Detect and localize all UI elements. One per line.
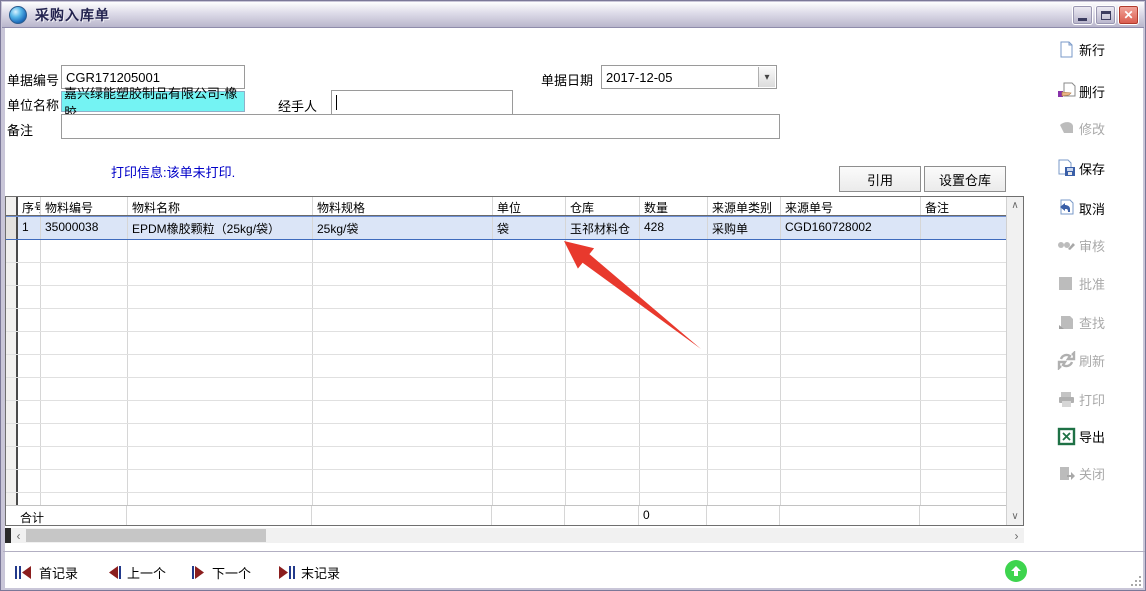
audit-button: 审核 xyxy=(1057,233,1143,257)
table-row[interactable]: 1 35000038 EPDM橡胶颗粒（25kg/袋） 25kg/袋 袋 玉祁材… xyxy=(6,216,1007,240)
refresh-icon xyxy=(1057,351,1076,370)
print-info-text: 打印信息:该单未打印. xyxy=(111,162,235,181)
empty-row xyxy=(6,447,1007,470)
empty-row xyxy=(6,240,1007,263)
new-row-icon xyxy=(1057,40,1076,59)
remark-label: 备注 xyxy=(7,120,33,139)
scroll-right-icon[interactable]: › xyxy=(1009,528,1024,543)
col-material-spec: 物料规格 xyxy=(313,197,493,215)
scroll-down-icon[interactable]: ∨ xyxy=(1007,508,1023,525)
total-label: 合计 xyxy=(6,506,127,526)
minimize-icon xyxy=(1078,18,1087,21)
modify-icon xyxy=(1057,119,1076,138)
globe-app-icon xyxy=(9,6,27,24)
maximize-icon xyxy=(1101,11,1111,20)
previous-record-button[interactable]: 上一个 xyxy=(107,563,166,582)
empty-row xyxy=(6,401,1007,424)
first-record-icon xyxy=(15,566,33,579)
find-button: 查找 xyxy=(1057,310,1143,334)
col-seq: 序号 xyxy=(18,197,41,215)
items-table: 序号 物料编号 物料名称 物料规格 单位 仓库 数量 来源单类别 来源单号 备注… xyxy=(5,196,1024,526)
close-form-button: 关闭 xyxy=(1057,461,1143,485)
col-material-name: 物料名称 xyxy=(128,197,313,215)
footer-divider xyxy=(3,551,1145,552)
first-record-button[interactable]: 首记录 xyxy=(15,563,78,582)
col-quantity: 数量 xyxy=(640,197,708,215)
row-selector[interactable] xyxy=(6,217,18,239)
table-total-row: 合计 0 xyxy=(6,505,1007,526)
export-excel-icon xyxy=(1057,427,1076,446)
horizontal-scrollbar[interactable]: ‹ › xyxy=(5,528,1024,543)
white-arrow-icon xyxy=(1010,565,1022,577)
status-green-button[interactable] xyxy=(1005,560,1027,582)
scroll-left-icon[interactable]: ‹ xyxy=(11,528,26,543)
scroll-up-icon[interactable]: ∧ xyxy=(1007,197,1023,214)
col-unit: 单位 xyxy=(493,197,566,215)
next-record-button[interactable]: 下一个 xyxy=(192,563,251,582)
last-record-icon xyxy=(277,566,295,579)
refresh-button: 刷新 xyxy=(1057,348,1143,372)
col-source-type: 来源单类别 xyxy=(708,197,781,215)
empty-row xyxy=(6,309,1007,332)
delete-row-icon xyxy=(1057,82,1076,101)
minimize-button[interactable] xyxy=(1072,5,1093,25)
col-warehouse: 仓库 xyxy=(566,197,640,215)
maximize-button[interactable] xyxy=(1095,5,1116,25)
total-quantity: 0 xyxy=(639,506,707,526)
title-bar[interactable]: 采购入库单 ✕ xyxy=(2,2,1144,28)
previous-record-icon xyxy=(107,566,121,579)
print-icon xyxy=(1057,390,1076,409)
delete-row-button[interactable]: 删行 xyxy=(1057,79,1143,103)
modify-button: 修改 xyxy=(1057,116,1143,140)
empty-row xyxy=(6,493,1007,505)
save-button[interactable]: 保存 xyxy=(1057,156,1143,180)
table-body: 1 35000038 EPDM橡胶颗粒（25kg/袋） 25kg/袋 袋 玉祁材… xyxy=(6,216,1007,505)
scrollbar-thumb[interactable] xyxy=(26,529,266,542)
chevron-down-icon[interactable]: ▾ xyxy=(758,67,775,87)
table-header-row: 序号 物料编号 物料名称 物料规格 单位 仓库 数量 来源单类别 来源单号 备注 xyxy=(6,197,1007,216)
audit-icon xyxy=(1057,236,1076,255)
col-source-no: 来源单号 xyxy=(781,197,921,215)
new-row-button[interactable]: 新行 xyxy=(1057,37,1143,61)
doc-date-label: 单据日期 xyxy=(541,70,593,89)
approve-button: 批准 xyxy=(1057,271,1143,295)
empty-row xyxy=(6,332,1007,355)
empty-row xyxy=(6,378,1007,401)
reference-button[interactable]: 引用 xyxy=(839,166,921,192)
handler-input[interactable] xyxy=(331,90,513,115)
empty-row xyxy=(6,286,1007,309)
col-remark: 备注 xyxy=(921,197,1008,215)
cancel-icon xyxy=(1057,199,1076,218)
approve-icon xyxy=(1057,274,1076,293)
handler-label: 经手人 xyxy=(278,96,317,115)
save-icon xyxy=(1057,159,1076,178)
empty-row xyxy=(6,470,1007,493)
print-button: 打印 xyxy=(1057,387,1143,411)
doc-no-label: 单据编号 xyxy=(7,70,59,89)
next-record-icon xyxy=(192,566,206,579)
doc-date-combo[interactable]: 2017-12-05 ▾ xyxy=(601,65,777,89)
set-warehouse-button[interactable]: 设置仓库 xyxy=(924,166,1006,192)
close-form-icon xyxy=(1057,464,1076,483)
text-caret xyxy=(336,95,337,110)
unit-name-label: 单位名称 xyxy=(7,95,59,114)
close-button[interactable]: ✕ xyxy=(1118,5,1139,25)
app-window: 采购入库单 ✕ 单据编号 CGR171205001 单据日期 2017-12-0… xyxy=(0,0,1146,591)
empty-row xyxy=(6,263,1007,286)
cancel-button[interactable]: 取消 xyxy=(1057,196,1143,220)
export-button[interactable]: 导出 xyxy=(1057,424,1143,448)
unit-name-field[interactable]: 嘉兴绿能塑胶制品有限公司-橡胶 xyxy=(61,91,245,112)
close-icon: ✕ xyxy=(1123,8,1133,22)
empty-row xyxy=(6,424,1007,447)
find-icon xyxy=(1057,313,1076,332)
resize-grip[interactable] xyxy=(1126,573,1141,586)
empty-row xyxy=(6,355,1007,378)
vertical-scrollbar[interactable]: ∧ ∨ xyxy=(1006,197,1023,525)
remark-input[interactable] xyxy=(61,114,780,139)
last-record-button[interactable]: 末记录 xyxy=(277,563,340,582)
row-selector-header xyxy=(6,197,18,215)
window-title: 采购入库单 xyxy=(35,5,110,25)
col-material-code: 物料编号 xyxy=(41,197,128,215)
